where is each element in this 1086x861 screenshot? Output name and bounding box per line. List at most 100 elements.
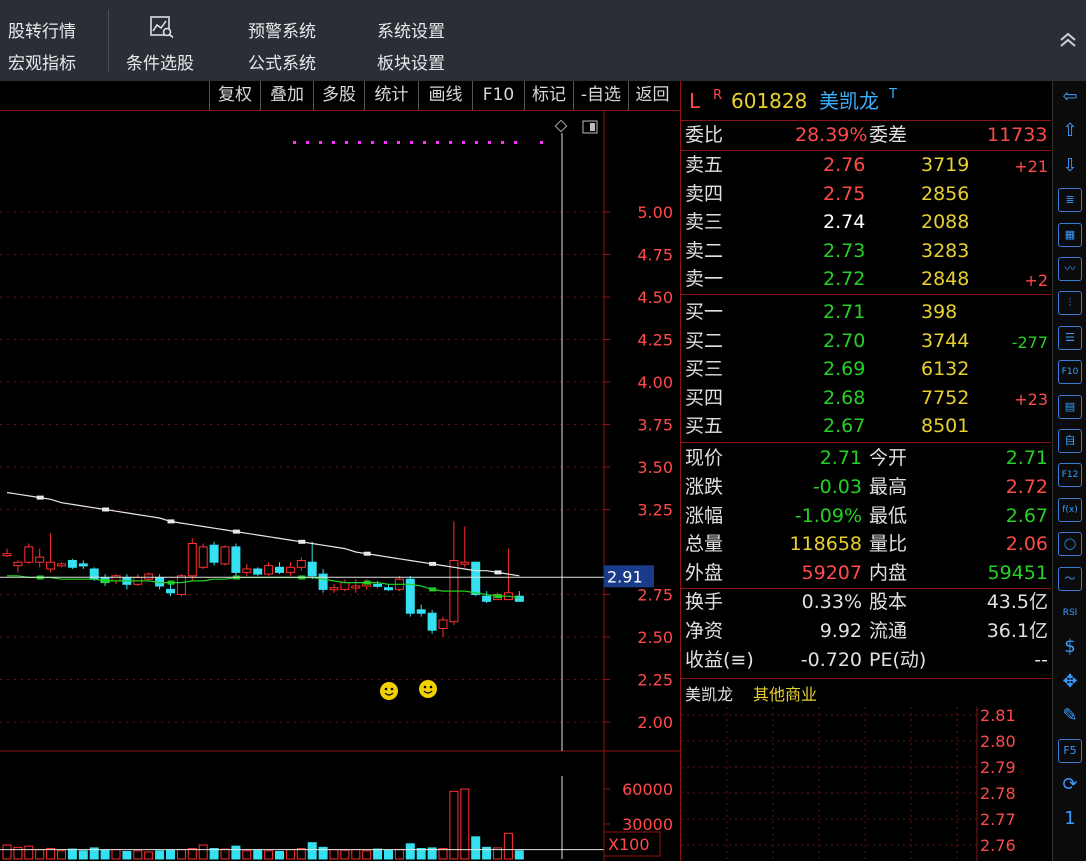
diamond-icon	[554, 119, 568, 133]
stock-screener-icon[interactable]	[150, 16, 174, 39]
candle-body	[307, 561, 317, 577]
book-volume: 398	[921, 301, 958, 323]
menu-sector-settings[interactable]: 板块设置	[377, 49, 445, 74]
chart-btn-0[interactable]: 复权	[209, 81, 260, 110]
candlestick-icon[interactable]: ⫶	[1058, 291, 1082, 316]
grid-icon[interactable]: ▦	[1058, 222, 1082, 247]
stat-value: 59451	[987, 562, 1048, 585]
stock-code[interactable]: 601828	[731, 90, 807, 112]
kline-chart-panel[interactable]: 5.00 4.75 4.50 4.25 4.00 3.75 3.50 3.25 2.75 2.50…	[0, 81, 680, 861]
stat-value: -0.720	[800, 648, 862, 671]
book-level-label: 卖三	[685, 211, 724, 233]
candle-body	[351, 585, 361, 589]
chart-btn-2[interactable]: 多股	[313, 81, 364, 110]
volume-bar	[253, 849, 263, 860]
book-level-label: 买三	[685, 358, 724, 380]
move-icon[interactable]: ✥	[1058, 670, 1082, 694]
chart-btn-8[interactable]: 返回	[628, 81, 676, 110]
stat-value: -0.03	[812, 475, 862, 498]
stat-value: 2.71	[819, 447, 862, 469]
divider	[681, 294, 1051, 295]
arrow-up-icon[interactable]: ⇧	[1058, 119, 1082, 143]
sector-icon[interactable]: ▤	[1058, 394, 1082, 419]
volume-bar	[198, 844, 208, 860]
chart-btn-1[interactable]: 叠加	[260, 81, 313, 110]
chart-btn-5[interactable]: F10	[472, 81, 524, 110]
mini-tick-label: 2.77	[980, 810, 1016, 829]
news-icon[interactable]: ☰	[1058, 325, 1082, 350]
arrow-down-icon[interactable]: ⇩	[1058, 154, 1082, 178]
stat-value: 2.67	[1005, 504, 1048, 527]
candle-body	[13, 561, 23, 567]
candle-body	[78, 563, 88, 567]
volume-bar	[285, 849, 295, 860]
stat-label: 内盘	[869, 562, 908, 585]
price-tick-label: 4.00	[637, 373, 673, 392]
indicator-icon[interactable]: 〜	[1058, 566, 1082, 591]
formula-icon[interactable]: f(x)	[1058, 497, 1082, 522]
kline-chart[interactable]: 5.00 4.75 4.50 4.25 4.00 3.75 3.50 3.25 2.75 2.50…	[0, 81, 680, 861]
circle-icon[interactable]: ◯	[1058, 532, 1082, 557]
menu-formula-system[interactable]: 公式系统	[248, 49, 316, 74]
ma-line-short-marker	[494, 570, 502, 575]
pencil-icon[interactable]: ✎	[1058, 704, 1082, 728]
volume-bar	[514, 850, 524, 860]
f5-icon[interactable]: F5	[1058, 738, 1082, 763]
stat-value: 0.33%	[801, 591, 862, 613]
refresh-icon[interactable]: ⟳	[1058, 773, 1082, 797]
candle-body	[111, 575, 121, 582]
volume-bar	[78, 850, 88, 860]
candle-body	[296, 560, 306, 568]
ma-line-short-marker	[36, 495, 44, 500]
price-tick-label: 4.75	[637, 246, 673, 265]
chart-btn-6[interactable]: 标记	[524, 81, 573, 110]
stat-label: 流通	[869, 619, 908, 642]
volume-bar	[318, 846, 328, 860]
right-toolbar: ⇦ ⇧ ⇩ ≣ ▦ 〰 ⫶ ☰ F10 ▤ 自 F12 f(x) ◯ 〜 RSI $ ✥ ✎ F5 ⟳ 1	[1052, 81, 1086, 861]
quote-list-icon[interactable]: ≣	[1058, 188, 1082, 213]
smiley-eye	[384, 687, 388, 691]
book-volume: 3719	[921, 154, 970, 176]
chart-btn-7[interactable]: -自选	[573, 81, 628, 110]
book-volume: 2848	[921, 268, 970, 290]
industry-name[interactable]: 其他商业	[753, 684, 817, 706]
volume-bar	[2, 844, 12, 860]
marker-dot	[540, 141, 543, 144]
chart-btn-3[interactable]: 统计	[364, 81, 418, 110]
menu-system-settings[interactable]: 系统设置	[377, 17, 445, 42]
ma-line-long-marker	[363, 580, 371, 585]
marker-dot	[358, 141, 361, 144]
stock-name[interactable]: 美凯龙	[819, 90, 879, 112]
ma-line-short-marker	[102, 507, 110, 512]
f12-icon[interactable]: F12	[1058, 463, 1082, 488]
menu-alert-system[interactable]: 预警系统	[248, 17, 316, 42]
f10-icon[interactable]: F10	[1058, 360, 1082, 385]
price-tick-label: 3.50	[637, 458, 673, 477]
mini-tick-label: 2.78	[980, 784, 1016, 803]
candle-body	[46, 561, 56, 570]
stat-value: 2.72	[1005, 475, 1048, 498]
menu-macro-indicators[interactable]: 宏观指标	[8, 49, 76, 74]
candle-body	[176, 575, 186, 595]
ma-line-short-marker	[363, 551, 371, 556]
book-price: 2.69	[823, 358, 866, 380]
arrow-left-icon[interactable]: ⇦	[1058, 85, 1082, 109]
volume-bar	[13, 846, 23, 860]
rsi-icon[interactable]: RSI	[1058, 601, 1082, 625]
menu-stock-screener[interactable]: 条件选股	[126, 49, 194, 74]
volume-bar	[133, 850, 143, 860]
collapse-toolbar-icon[interactable]	[1056, 30, 1080, 54]
self-select-icon[interactable]: 自	[1058, 429, 1082, 453]
book-volume: 6132	[921, 358, 970, 380]
ma-line-short-marker	[232, 529, 240, 534]
candle-body	[471, 561, 481, 596]
menu-equity-transfer[interactable]: 股转行情	[8, 17, 76, 42]
chart-btn-4[interactable]: 画线	[418, 81, 472, 110]
price-tick-label: 4.25	[637, 331, 673, 350]
line-chart-icon[interactable]: 〰	[1058, 257, 1082, 281]
stat-value: -1.09%	[794, 504, 862, 527]
app-window: 股转行情 宏观指标 条件选股 预警系统 公式系统 系统设置 板块设置 5.00 4…	[0, 0, 1086, 861]
volume-bar	[275, 850, 284, 860]
dollar-icon[interactable]: $	[1058, 635, 1082, 659]
stat-label: 总量	[685, 533, 724, 556]
